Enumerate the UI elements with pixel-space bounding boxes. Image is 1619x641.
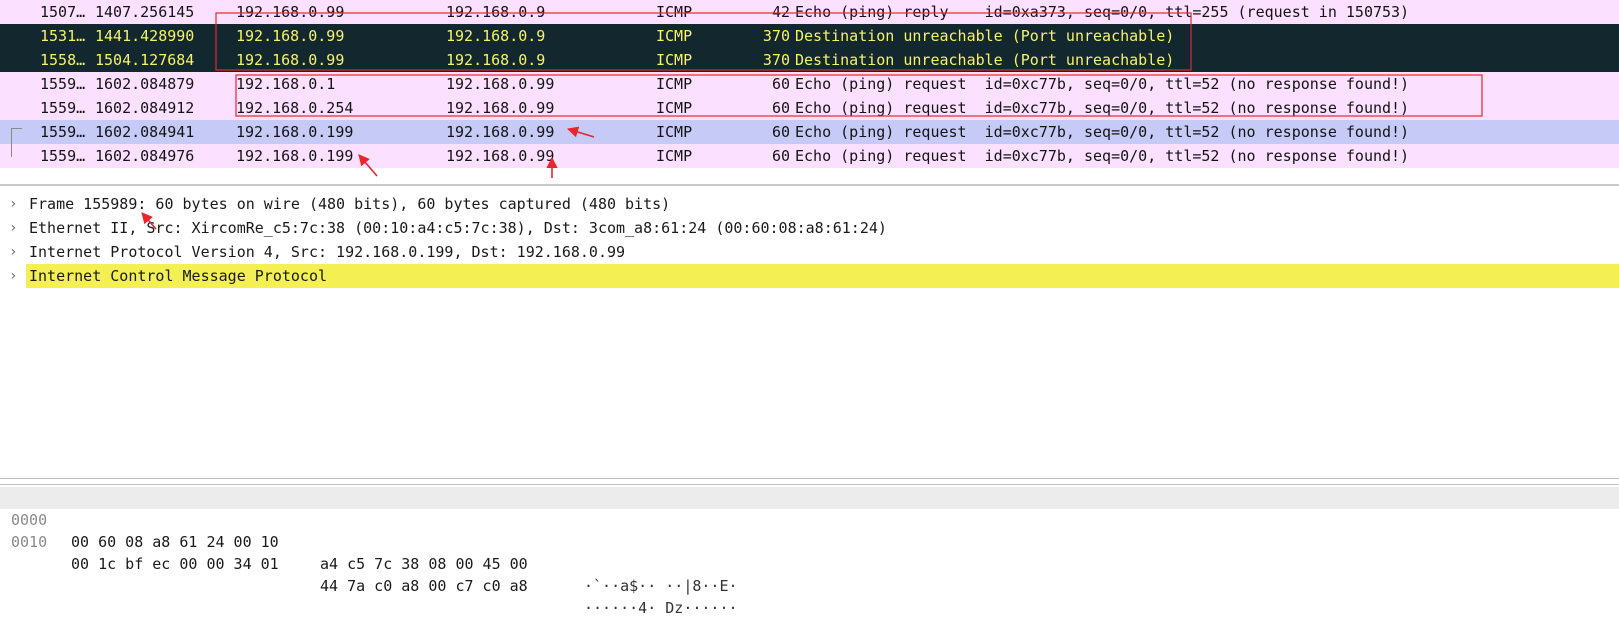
hex-row[interactable]: 0000 00 60 08 a8 61 24 00 10 a4 c5 7c 38… xyxy=(0,487,1619,595)
hex-bytes[interactable]: 44 7a c0 a8 00 c7 c0 a8 xyxy=(320,575,528,597)
hex-offset: 0010 xyxy=(11,533,48,551)
detail-label: Frame 155989: 60 bytes on wire (480 bits… xyxy=(29,195,671,213)
packet-time: 1602.084976 xyxy=(95,147,195,165)
packet-protocol: ICMP xyxy=(656,99,693,117)
packet-number: 1559… xyxy=(40,99,86,117)
packet-source: 192.168.0.199 xyxy=(236,123,354,141)
hex-bytes[interactable]: a4 c5 7c 38 08 00 45 00 xyxy=(320,553,528,575)
packet-info: Echo (ping) request id=0xc77b, seq=0/0, … xyxy=(795,75,1410,93)
packet-protocol: ICMP xyxy=(656,147,693,165)
packet-source: 192.168.0.199 xyxy=(236,147,354,165)
packet-length: 60 xyxy=(771,147,790,165)
packet-number: 1559… xyxy=(40,147,86,165)
packet-protocol: ICMP xyxy=(656,123,693,141)
packet-length: 370 xyxy=(762,27,790,45)
packet-time: 1504.127684 xyxy=(95,51,195,69)
detail-item-ipv4[interactable]: › Internet Protocol Version 4, Src: 192.… xyxy=(0,240,1619,264)
packet-row[interactable]: 1531… 1441.428990 192.168.0.99 192.168.0… xyxy=(0,24,1619,48)
packet-row[interactable]: 1559… 1602.084912 192.168.0.254 192.168.… xyxy=(0,96,1619,120)
packet-protocol: ICMP xyxy=(656,3,693,21)
packet-number: 1559… xyxy=(40,123,86,141)
packet-destination: 192.168.0.9 xyxy=(446,51,546,69)
packet-row[interactable]: 1559… 1602.084879 192.168.0.1 192.168.0.… xyxy=(0,72,1619,96)
packet-length: 42 xyxy=(771,3,790,21)
packet-number: 1507… xyxy=(40,3,86,21)
hex-ascii[interactable]: ·`··a$·· ··|8··E· xyxy=(584,575,738,597)
chevron-right-icon[interactable]: › xyxy=(9,192,17,216)
hex-bytes[interactable]: 00 1c bf ec 00 00 34 01 xyxy=(71,553,279,575)
packet-row[interactable]: 1558… 1504.127684 192.168.0.99 192.168.0… xyxy=(0,48,1619,72)
detail-item-frame[interactable]: › Frame 155989: 60 bytes on wire (480 bi… xyxy=(0,192,1619,216)
packet-destination: 192.168.0.99 xyxy=(446,147,555,165)
packet-info: Destination unreachable (Port unreachabl… xyxy=(795,27,1175,45)
packet-time: 1407.256145 xyxy=(95,3,195,21)
packet-protocol: ICMP xyxy=(656,51,693,69)
packet-info: Destination unreachable (Port unreachabl… xyxy=(795,51,1175,69)
packet-info: Echo (ping) request id=0xc77b, seq=0/0, … xyxy=(795,147,1410,165)
detail-label: Internet Control Message Protocol xyxy=(29,267,328,285)
packet-row-selected[interactable]: 1559… 1602.084941 192.168.0.199 192.168.… xyxy=(0,120,1619,144)
packet-bytes-pane[interactable]: 0000 00 60 08 a8 61 24 00 10 a4 c5 7c 38… xyxy=(0,484,1619,617)
detail-item-icmp[interactable]: › Internet Control Message Protocol xyxy=(0,264,1619,288)
packet-time: 1602.084879 xyxy=(95,75,195,93)
packet-length: 60 xyxy=(771,75,790,93)
packet-details-pane[interactable]: › Frame 155989: 60 bytes on wire (480 bi… xyxy=(0,192,1619,479)
packet-destination: 192.168.0.9 xyxy=(446,27,546,45)
packet-length: 60 xyxy=(771,123,790,141)
packet-time: 1602.084941 xyxy=(95,123,195,141)
pane-splitter[interactable] xyxy=(0,184,1619,186)
detail-label: Ethernet II, Src: XircomRe_c5:7c:38 (00:… xyxy=(29,219,887,237)
packet-length: 60 xyxy=(771,99,790,117)
packet-protocol: ICMP xyxy=(656,75,693,93)
chevron-right-icon[interactable]: › xyxy=(9,216,17,240)
packet-destination: 192.168.0.99 xyxy=(446,75,555,93)
detail-item-ethernet[interactable]: › Ethernet II, Src: XircomRe_c5:7c:38 (0… xyxy=(0,216,1619,240)
packet-time: 1441.428990 xyxy=(95,27,195,45)
packet-row[interactable]: 1559… 1602.084976 192.168.0.199 192.168.… xyxy=(0,144,1619,168)
packet-info: Echo (ping) request id=0xc77b, seq=0/0, … xyxy=(795,99,1410,117)
hex-bytes[interactable]: 00 60 08 a8 61 24 00 10 xyxy=(71,531,279,553)
packet-length: 370 xyxy=(762,51,790,69)
packet-protocol: ICMP xyxy=(656,27,693,45)
packet-source: 192.168.0.99 xyxy=(236,27,345,45)
packet-source: 192.168.0.99 xyxy=(236,51,345,69)
detail-label: Internet Protocol Version 4, Src: 192.16… xyxy=(29,243,626,261)
hex-ascii[interactable]: ······4· Dz······ xyxy=(584,597,738,619)
packet-destination: 192.168.0.99 xyxy=(446,99,555,117)
packet-source: 192.168.0.99 xyxy=(236,3,345,21)
packet-info: Echo (ping) reply id=0xa373, seq=0/0, tt… xyxy=(795,3,1410,21)
packet-destination: 192.168.0.9 xyxy=(446,3,546,21)
chevron-right-icon[interactable]: › xyxy=(9,264,17,288)
related-packet-bracket xyxy=(11,150,22,157)
hex-row[interactable]: 0010 00 1c bf ec 00 00 34 01 44 7a c0 a8… xyxy=(0,509,1619,617)
packet-time: 1602.084912 xyxy=(95,99,195,117)
packet-info: Echo (ping) request id=0xc77b, seq=0/0, … xyxy=(795,123,1410,141)
packet-destination: 192.168.0.99 xyxy=(446,123,555,141)
packet-number: 1531… xyxy=(40,27,86,45)
packet-number: 1558… xyxy=(40,51,86,69)
related-packet-bracket xyxy=(11,128,22,151)
packet-source: 192.168.0.254 xyxy=(236,99,354,117)
packet-source: 192.168.0.1 xyxy=(236,75,336,93)
packet-list-pane[interactable]: 1507… 1407.256145 192.168.0.99 192.168.0… xyxy=(0,0,1619,180)
chevron-right-icon[interactable]: › xyxy=(9,240,17,264)
packet-row[interactable]: 1507… 1407.256145 192.168.0.99 192.168.0… xyxy=(0,0,1619,24)
packet-number: 1559… xyxy=(40,75,86,93)
